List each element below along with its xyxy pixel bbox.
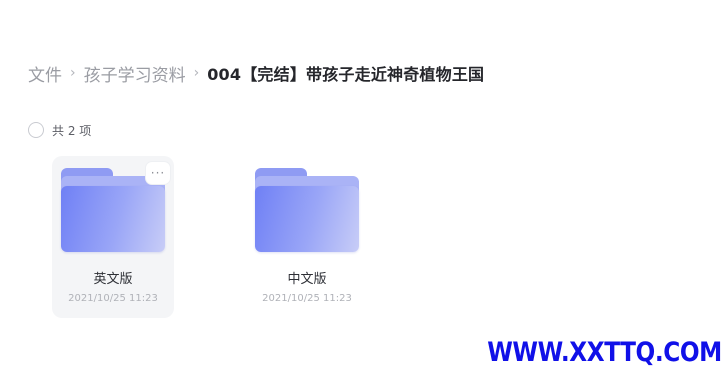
more-options-button[interactable]: ··· [146, 162, 170, 184]
folder-name[interactable]: 英文版 [52, 268, 174, 287]
item-count-label: 共 2 项 [52, 123, 92, 138]
breadcrumb-separator-icon: › [70, 65, 76, 81]
breadcrumb-separator-icon: › [193, 65, 200, 81]
breadcrumb-item-study-materials[interactable]: 孩子学习资料 [84, 61, 186, 86]
file-browser: 文件 › 孩子学习资料 › 004【完结】带孩子走近神奇植物王国 共 2 项 ·… [0, 0, 728, 372]
breadcrumb-item-files[interactable]: 文件 [28, 61, 62, 86]
folder-icon [255, 168, 359, 252]
folder-name[interactable]: 中文版 [246, 268, 368, 287]
item-count-row: 共 2 项 [28, 121, 91, 139]
file-grid: ··· 英文版 2021/10/25 11:23 中文版 2021/10/25 … [52, 156, 372, 320]
breadcrumb-current-folder: 004【完结】带孩子走近神奇植物王国 [207, 65, 485, 84]
folder-card-english[interactable]: ··· 英文版 2021/10/25 11:23 [52, 156, 174, 318]
folder-modified-time: 2021/10/25 11:23 [262, 293, 352, 304]
select-all-checkbox[interactable] [28, 122, 44, 138]
folder-card-chinese[interactable]: 中文版 2021/10/25 11:23 [246, 156, 368, 318]
folder-modified-time: 2021/10/25 11:23 [68, 293, 158, 304]
breadcrumb: 文件 › 孩子学习资料 › 004【完结】带孩子走近神奇植物王国 [28, 60, 484, 86]
watermark-logo: WWW.XXTTQ.COM [487, 337, 722, 368]
